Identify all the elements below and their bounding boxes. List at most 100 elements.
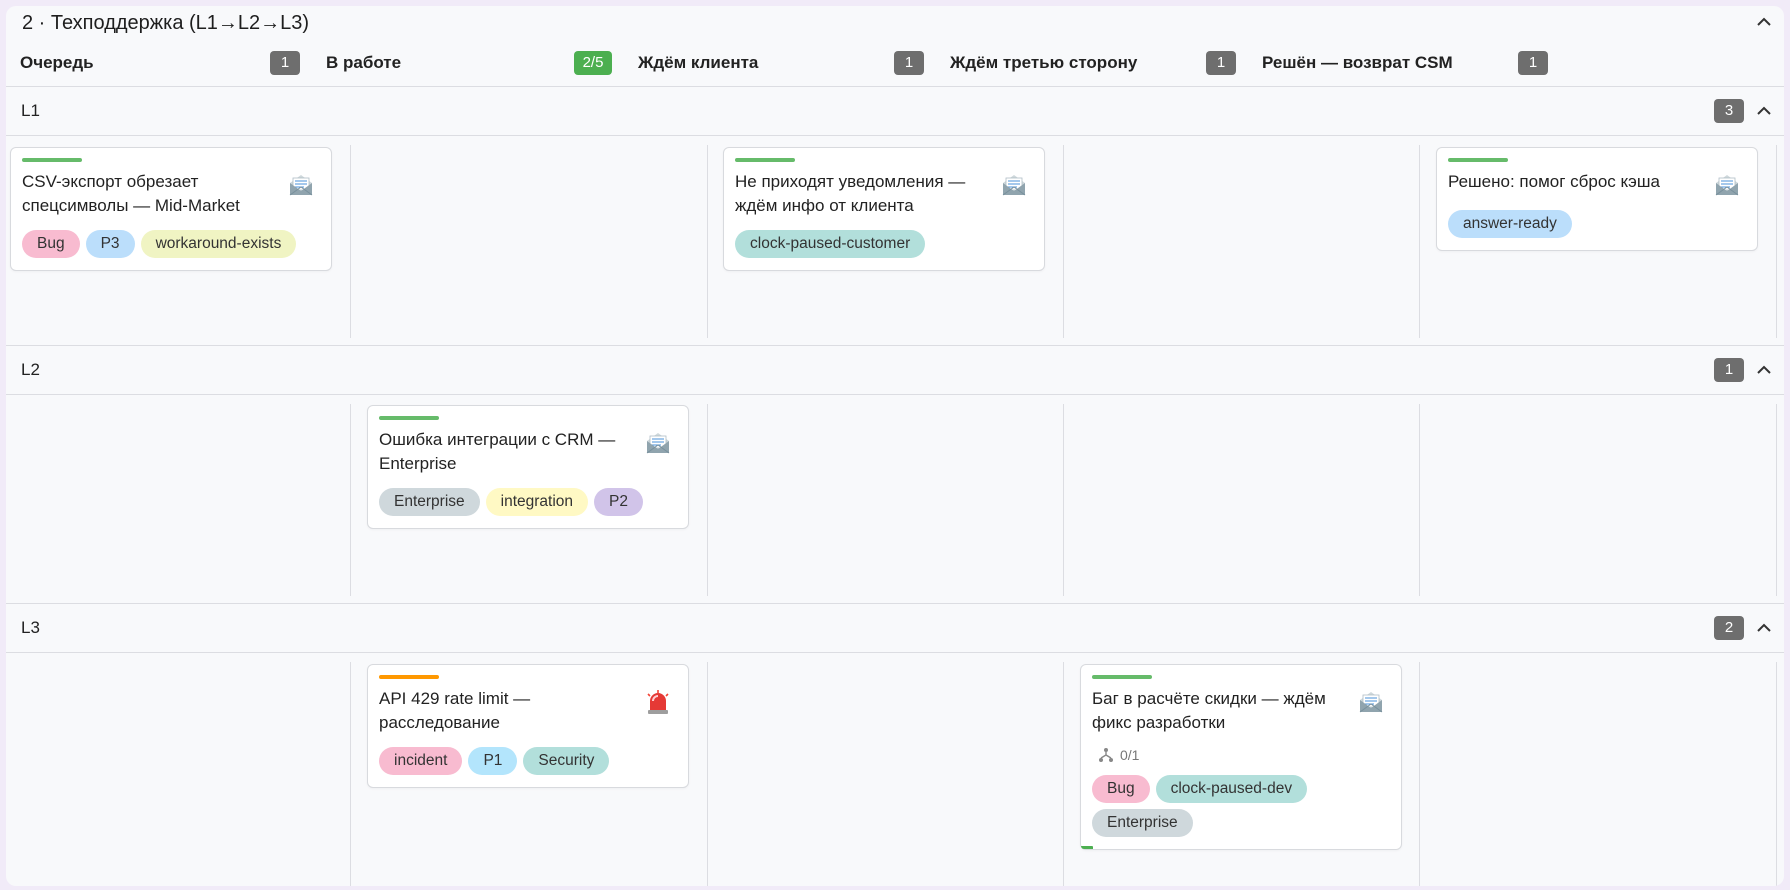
subtask-progress[interactable]: 0/1 [1098,747,1391,763]
lane-title: L2 [21,360,40,379]
mail-icon [289,175,313,196]
lane-collapse-button[interactable] [1754,101,1774,121]
lane-title: L3 [21,618,40,637]
tag-list: answer-ready [1448,210,1747,238]
mail-icon [1002,175,1026,196]
tag[interactable]: workaround-exists [140,230,297,258]
board-collapse-button[interactable] [1754,12,1774,32]
column-separator [1776,404,1777,596]
column-separator [1063,145,1064,338]
tag[interactable]: incident [379,747,463,775]
divider [6,135,1784,136]
task-card[interactable]: Баг в расчёте скидки — ждём фикс разрабо… [1080,664,1402,850]
column-separator [1419,404,1420,596]
tag[interactable]: Enterprise [379,488,480,516]
column-count-badge: 1 [1518,51,1548,75]
column-separator [707,404,708,596]
column-count-badge: 1 [270,51,300,75]
tag[interactable]: Bug [1092,775,1150,803]
chevron-up-icon [1757,365,1771,374]
lane-collapse-button[interactable] [1754,618,1774,638]
subtask-count: 0/1 [1120,747,1140,763]
column-title: Решён — возврат CSM [1262,53,1453,72]
column-separator [707,145,708,338]
card-title: Баг в расчёте скидки — ждём фикс разрабо… [1092,689,1326,732]
column-count-badge: 1 [1206,51,1236,75]
priority-stripe [22,158,82,162]
lane-count-badge: 3 [1714,99,1744,123]
tag-list: Bug P3 workaround-exists [22,230,321,258]
column-header-waiting-third-party[interactable]: Ждём третью сторону 1 [936,44,1248,82]
task-card[interactable]: CSV-экспорт обрезает спецсимволы — Mid-M… [10,147,332,271]
lane-collapse-button[interactable] [1754,360,1774,380]
progress-indicator [1081,846,1093,849]
card-title: Решено: помог сброс кэша [1448,172,1660,191]
priority-stripe [735,158,795,162]
column-separator [1063,404,1064,596]
chevron-up-icon [1757,106,1771,115]
column-count-badge: 1 [894,51,924,75]
column-separator [1063,662,1064,886]
board-title: 2 · Техподдержка (L1→L2→L3) [22,12,310,34]
tag[interactable]: answer-ready [1448,210,1572,238]
column-separator [1419,145,1420,338]
task-card[interactable]: Решено: помог сброс кэша answer-ready [1436,147,1758,251]
lane-count-badge: 1 [1714,358,1744,382]
lane-header-l1[interactable]: L1 3 [6,87,1784,135]
column-title: Ждём третью сторону [950,53,1138,72]
tag-list: clock-paused-customer [735,230,1034,258]
column-separator [1776,662,1777,886]
mail-icon [646,433,670,454]
tag[interactable]: clock-paused-dev [1155,775,1308,803]
column-header-waiting-customer[interactable]: Ждём клиента 1 [624,44,936,82]
column-separator [350,662,351,886]
column-separator [1419,662,1420,886]
kanban-board: 2 · Техподдержка (L1→L2→L3) Очередь 1 В … [6,6,1784,886]
mail-icon [1715,175,1739,196]
column-title: В работе [326,53,402,72]
subtask-icon [1099,748,1113,762]
tag[interactable]: integration [485,488,589,516]
tag[interactable]: clock-paused-customer [735,230,926,258]
tag-list: Enterprise integration P2 [379,488,678,516]
priority-stripe [379,416,439,420]
divider [6,394,1784,395]
card-title: API 429 rate limit — расследование [379,689,531,732]
column-wip-badge: 2/5 [574,51,612,75]
card-title: CSV-экспорт обрезает спецсимволы — Mid-M… [22,172,240,215]
column-separator [1776,145,1777,338]
lane-header-l2[interactable]: L2 1 [6,346,1784,394]
task-card[interactable]: API 429 rate limit — расследование incid… [367,664,689,788]
tag[interactable]: P3 [85,230,135,258]
priority-stripe [1448,158,1508,162]
tag[interactable]: Security [523,747,610,775]
column-separator [707,662,708,886]
task-card[interactable]: Ошибка интеграции с CRM — Enterprise Ent… [367,405,689,529]
tag[interactable]: Bug [22,230,80,258]
lane-count-badge: 2 [1714,616,1744,640]
card-title: Ошибка интеграции с CRM — Enterprise [379,430,616,473]
column-title: Очередь [20,53,94,72]
tag[interactable]: P2 [594,488,644,516]
chevron-up-icon [1757,17,1771,26]
siren-icon [647,690,669,714]
lane-header-l3[interactable]: L3 2 [6,604,1784,652]
chevron-up-icon [1757,623,1771,632]
mail-icon [1359,692,1383,713]
tag-list: Bug clock-paused-dev Enterprise [1092,775,1391,837]
column-separator [350,404,351,596]
column-header-queue[interactable]: Очередь 1 [6,44,312,82]
column-title: Ждём клиента [638,53,759,72]
priority-stripe [379,675,439,679]
task-card[interactable]: Не приходят уведомления — ждём инфо от к… [723,147,1045,271]
tag[interactable]: P1 [468,747,518,775]
card-title: Не приходят уведомления — ждём инфо от к… [735,172,966,215]
divider [6,652,1784,653]
tag[interactable]: Enterprise [1092,809,1193,837]
column-header-in-progress[interactable]: В работе 2/5 [312,44,624,82]
priority-stripe [1092,675,1152,679]
column-separator [350,145,351,338]
column-header-resolved[interactable]: Решён — возврат CSM 1 [1248,44,1560,82]
tag-list: incident P1 Security [379,747,678,775]
lane-title: L1 [21,101,40,120]
